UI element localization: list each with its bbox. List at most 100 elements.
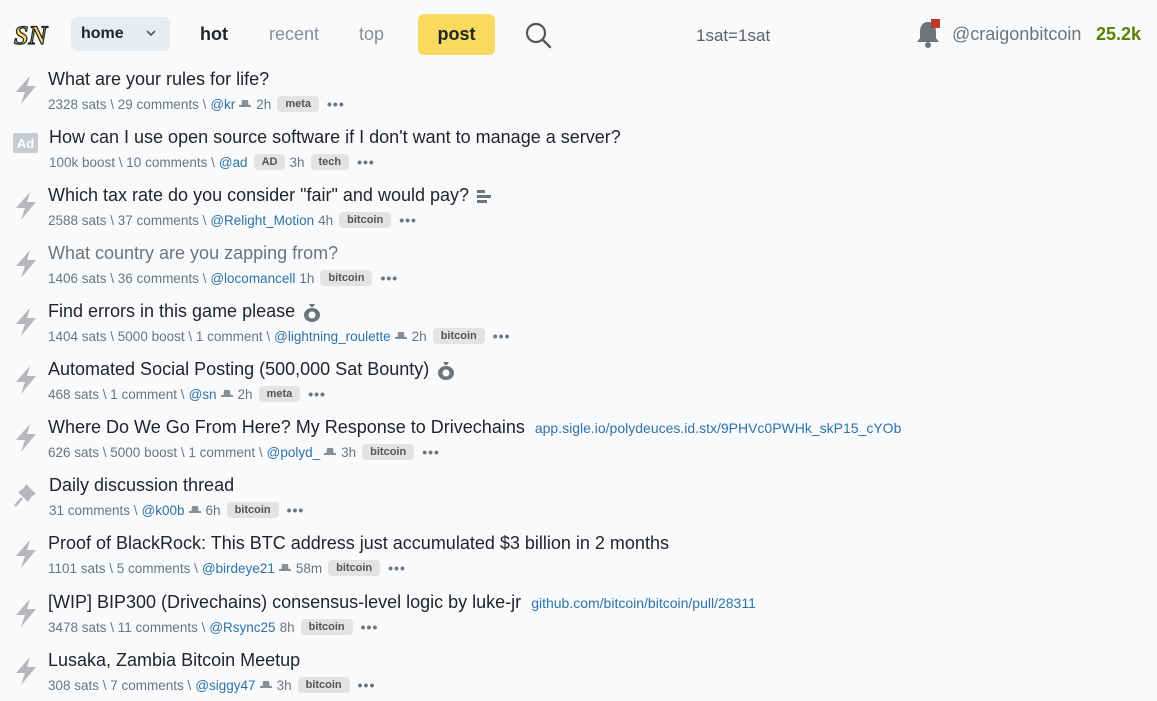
item-author[interactable]: @Relight_Motion [210,213,314,228]
ad-icon: Ad [13,133,38,153]
item-author[interactable]: @sn [189,387,217,402]
item-stats[interactable]: 100k boost \ 10 comments \ [49,155,215,170]
item-sub-badge[interactable]: bitcoin [297,677,350,693]
item-time[interactable]: 6h [206,503,221,518]
bolt-upvote-icon[interactable] [12,655,40,687]
item-author[interactable]: @k00b [142,503,185,518]
more-options-icon[interactable]: ••• [399,212,417,228]
item-stats[interactable]: 31 comments \ [49,503,138,518]
item-sub-badge[interactable]: bitcoin [328,560,381,576]
cowboy-hat-icon [394,332,407,339]
pin-icon [14,484,36,507]
nav-recent[interactable]: recent [269,24,319,45]
item-time[interactable]: 2h [412,329,427,344]
item-sub-badge[interactable]: bitcoin [362,444,415,460]
post-button[interactable]: post [418,14,495,55]
more-options-icon[interactable]: ••• [388,560,406,576]
item-title[interactable]: Proof of BlackRock: This BTC address jus… [48,533,669,554]
item-time[interactable]: 4h [318,213,333,228]
item-author[interactable]: @polyd_ [267,445,321,460]
item-time[interactable]: 2h [256,97,271,112]
item-stats[interactable]: 1406 sats \ 36 comments \ [48,271,206,286]
bolt-upvote-icon[interactable] [12,422,40,454]
bolt-upvote-icon[interactable] [12,190,40,222]
item-time[interactable]: 3h [289,155,304,170]
item-stats[interactable]: 3478 sats \ 11 comments \ [48,620,205,635]
item-title[interactable]: What country are you zapping from? [48,243,338,264]
item-title[interactable]: Lusaka, Zambia Bitcoin Meetup [48,650,300,671]
item-time[interactable]: 2h [238,387,253,402]
search-icon[interactable] [524,21,552,49]
item-title[interactable]: How can I use open source software if I … [49,127,621,148]
item-title[interactable]: Daily discussion thread [49,475,234,496]
wallet-balance[interactable]: 25.2k [1096,24,1141,45]
bolt-upvote-icon[interactable] [12,306,40,338]
list-item: [WIP] BIP300 (Drivechains) consensus-lev… [0,589,1157,647]
item-title[interactable]: [WIP] BIP300 (Drivechains) consensus-lev… [48,592,521,613]
bolt-upvote-icon[interactable] [12,597,40,629]
nav-top[interactable]: top [359,24,384,45]
item-title[interactable]: Where Do We Go From Here? My Response to… [48,417,525,438]
poll-icon [477,189,492,203]
list-item: What are your rules for life? 2328 sats … [0,66,1157,124]
more-options-icon[interactable]: ••• [327,96,345,112]
item-time[interactable]: 58m [296,561,322,576]
stacker-news-logo[interactable]: SN [12,16,56,52]
item-author[interactable]: @Rsync25 [209,620,275,635]
item-author[interactable]: @kr [210,97,235,112]
money-bag-icon [438,361,455,380]
item-time[interactable]: 3h [341,445,356,460]
more-options-icon[interactable]: ••• [308,386,326,402]
home-dropdown[interactable]: home [71,17,170,51]
more-options-icon[interactable]: ••• [287,502,305,518]
item-sub-badge[interactable]: bitcoin [226,502,279,518]
more-options-icon[interactable]: ••• [422,444,440,460]
item-time[interactable]: 1h [299,271,314,286]
nav-hot[interactable]: hot [200,24,228,45]
item-sub-badge[interactable]: meta [258,386,301,402]
item-title[interactable]: Automated Social Posting (500,000 Sat Bo… [48,359,429,380]
more-options-icon[interactable]: ••• [380,270,398,286]
item-author[interactable]: @siggy47 [195,678,255,693]
item-sub-badge[interactable]: meta [277,96,320,112]
item-stats[interactable]: 2588 sats \ 37 comments \ [48,213,206,228]
more-options-icon[interactable]: ••• [493,328,511,344]
item-title[interactable]: Find errors in this game please [48,301,295,322]
more-options-icon[interactable]: ••• [358,677,376,693]
item-author[interactable]: @ad [219,155,248,170]
item-sub-badge[interactable]: bitcoin [339,212,392,228]
item-author[interactable]: @locomancell [210,271,295,286]
item-time[interactable]: 8h [280,620,295,635]
item-title[interactable]: Which tax rate do you consider "fair" an… [48,185,469,206]
item-stats[interactable]: 1101 sats \ 5 comments \ [48,561,198,576]
more-options-icon[interactable]: ••• [361,619,379,635]
item-stats[interactable]: 1404 sats \ 5000 boost \ 1 comment \ [48,329,270,344]
item-sub-badge[interactable]: bitcoin [432,328,485,344]
more-options-icon[interactable]: ••• [357,154,375,170]
item-sub-badge[interactable]: bitcoin [300,619,353,635]
item-author[interactable]: @lightning_roulette [274,329,391,344]
bolt-upvote-icon[interactable] [12,74,40,106]
item-time[interactable]: 3h [277,678,292,693]
cowboy-hat-icon [259,681,272,688]
item-author[interactable]: @birdeye21 [202,561,275,576]
bolt-upvote-icon[interactable] [12,364,40,396]
top-navbar: SN home hot recent top post 1sat=1sat @c… [0,0,1157,68]
item-title[interactable]: What are your rules for life? [48,69,269,90]
item-stats[interactable]: 2328 sats \ 29 comments \ [48,97,206,112]
item-external-link[interactable]: app.sigle.io/polydeuces.id.stx/9PHVc0PWH… [535,420,902,436]
item-stats[interactable]: 468 sats \ 1 comment \ [48,387,185,402]
item-stats[interactable]: 308 sats \ 7 comments \ [48,678,191,693]
price-ticker[interactable]: 1sat=1sat [696,26,770,46]
notifications-bell-icon[interactable] [912,18,944,50]
bolt-upvote-icon[interactable] [12,248,40,280]
item-sub-badge[interactable]: tech [310,154,350,170]
item-sub-badge[interactable]: bitcoin [320,270,373,286]
item-external-link[interactable]: github.com/bitcoin/bitcoin/pull/28311 [531,595,756,611]
bolt-upvote-icon[interactable] [12,538,40,570]
cowboy-hat-icon [239,100,252,107]
user-profile-link[interactable]: @craigonbitcoin [952,24,1081,45]
item-stats[interactable]: 626 sats \ 5000 boost \ 1 comment \ [48,445,263,460]
list-item: Lusaka, Zambia Bitcoin Meetup 308 sats \… [0,647,1157,701]
notification-dot [931,19,940,28]
